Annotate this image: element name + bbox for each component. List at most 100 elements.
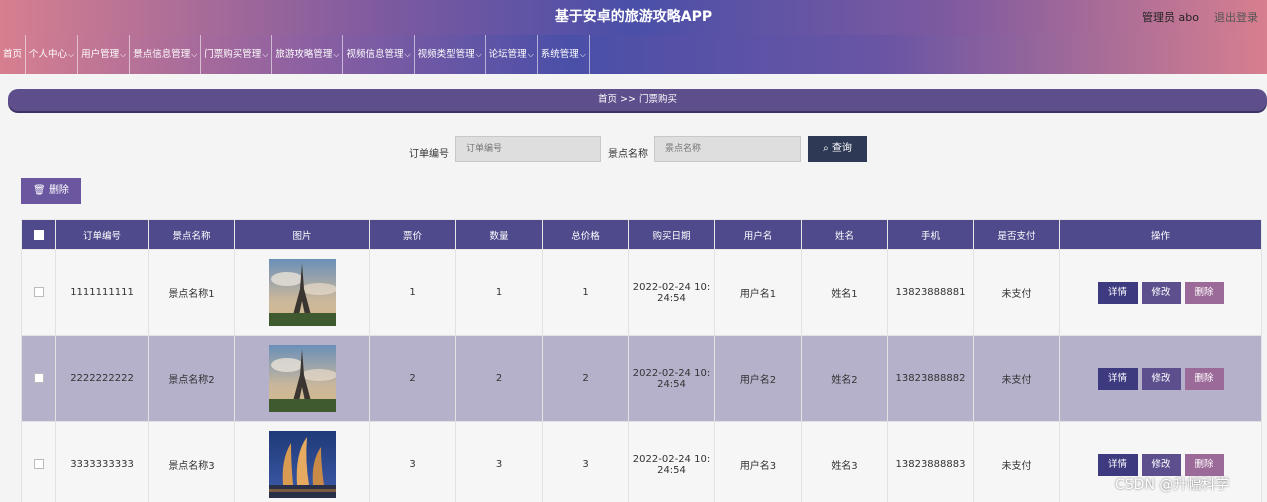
- column-header: 总价格: [542, 219, 629, 250]
- breadcrumb: 首页 >> 门票购买: [8, 89, 1267, 111]
- username-cell: 用户名3: [714, 421, 802, 502]
- image-cell: [234, 249, 370, 336]
- sail-buildings-image: [268, 431, 336, 498]
- edit-button[interactable]: 修改: [1141, 453, 1181, 476]
- trash-icon: 🗑: [33, 185, 46, 196]
- top-nav: 首页 个人中心⌵ 用户管理⌵ 景点信息管理⌵ 门票购买管理⌵ 旅游攻略管理⌵ 视…: [0, 35, 1267, 74]
- column-header: 景点名称: [148, 219, 235, 250]
- username-cell: 用户名1: [714, 249, 802, 336]
- chevron-down-icon: ⌵: [262, 50, 269, 59]
- phone-cell: 13823888883: [887, 421, 974, 502]
- table-row[interactable]: 2222222222 景点名称2 2 2 2 2022-02-24 10: 24…: [21, 335, 1262, 422]
- nav-item-home[interactable]: 首页: [0, 35, 27, 74]
- chevron-down-icon: ⌵: [404, 50, 411, 59]
- checkbox-icon[interactable]: [33, 459, 44, 469]
- order-number-label: 订单编号: [409, 149, 449, 160]
- date-cell: 2022-02-24 10: 24:54: [628, 335, 715, 422]
- spot-name-input[interactable]: [654, 136, 801, 162]
- column-header: 手机: [887, 219, 974, 250]
- image-cell: [234, 335, 370, 422]
- query-button[interactable]: ⌕ 查询: [808, 136, 867, 162]
- chevron-down-icon: ⌵: [191, 50, 198, 59]
- paid-status-cell: 未支付: [973, 421, 1060, 502]
- name-cell: 姓名1: [801, 249, 888, 336]
- row-checkbox[interactable]: [21, 249, 56, 336]
- column-header: 订单编号: [55, 219, 149, 250]
- select-all-checkbox[interactable]: [21, 219, 56, 250]
- nav-item-forum[interactable]: 论坛管理⌵: [486, 35, 538, 74]
- paid-status-cell: 未支付: [973, 249, 1060, 336]
- detail-button[interactable]: 详情: [1097, 281, 1138, 304]
- order-number-input[interactable]: [455, 136, 601, 162]
- spot-name-cell: 景点名称3: [148, 421, 235, 502]
- edit-button[interactable]: 修改: [1141, 281, 1181, 304]
- actions-cell: 详情 修改 删除: [1059, 249, 1262, 336]
- logout-link[interactable]: 退出登录: [1214, 9, 1258, 25]
- paid-status-cell: 未支付: [973, 335, 1060, 422]
- order-number-cell: 3333333333: [55, 421, 149, 502]
- nav-item-user-management[interactable]: 用户管理⌵: [78, 35, 131, 74]
- column-header: 购买日期: [628, 219, 715, 250]
- checkbox-icon[interactable]: [33, 229, 44, 240]
- eiffel-tower-image: [268, 259, 336, 326]
- quantity-cell: 2: [455, 335, 543, 422]
- column-header: 数量: [455, 219, 543, 250]
- spot-name-label: 景点名称: [608, 149, 648, 160]
- checkbox-icon[interactable]: [33, 287, 44, 297]
- quantity-cell: 1: [455, 249, 543, 336]
- checkbox-icon[interactable]: [33, 373, 44, 383]
- date-cell: 2022-02-24 10: 24:54: [628, 249, 715, 336]
- column-header: 用户名: [714, 219, 802, 250]
- edit-button[interactable]: 修改: [1141, 367, 1181, 390]
- order-number-cell: 2222222222: [55, 335, 149, 422]
- nav-item-system[interactable]: 系统管理⌵: [538, 35, 590, 74]
- nav-item-video-type[interactable]: 视频类型管理⌵: [415, 35, 486, 74]
- chevron-down-icon: ⌵: [475, 50, 482, 59]
- name-cell: 姓名2: [801, 335, 888, 422]
- bulk-delete-button[interactable]: 🗑 删除: [21, 178, 81, 204]
- username-cell: 用户名2: [714, 335, 802, 422]
- total-cell: 2: [542, 335, 629, 422]
- spot-name-cell: 景点名称2: [148, 335, 235, 422]
- table-row[interactable]: 1111111111 景点名称1 1 1 1 2022-02-24 10: 24…: [21, 249, 1262, 336]
- image-cell: [234, 421, 370, 502]
- nav-item-ticket-purchase[interactable]: 门票购买管理⌵: [201, 35, 273, 74]
- detail-button[interactable]: 详情: [1097, 367, 1138, 390]
- name-cell: 姓名3: [801, 421, 888, 502]
- delete-button[interactable]: 删除: [1184, 281, 1224, 304]
- column-header: 图片: [234, 219, 370, 250]
- price-cell: 1: [369, 249, 456, 336]
- column-header: 姓名: [801, 219, 888, 250]
- app-header: 基于安卓的旅游攻略APP 管理员 abo 退出登录: [0, 0, 1267, 35]
- total-cell: 3: [542, 421, 629, 502]
- spot-name-cell: 景点名称1: [148, 249, 235, 336]
- chevron-down-icon: ⌵: [527, 50, 534, 59]
- detail-button[interactable]: 详情: [1097, 453, 1138, 476]
- table-row[interactable]: 3333333333 景点名称3 3 3 3 2022-02-24 10: 24…: [21, 421, 1262, 502]
- date-cell: 2022-02-24 10: 24:54: [628, 421, 715, 502]
- price-cell: 2: [369, 335, 456, 422]
- row-checkbox[interactable]: [21, 335, 56, 422]
- ticket-orders-table: 订单编号 景点名称 图片 票价 数量 总价格 购买日期 用户名 姓名 手机 是否…: [21, 219, 1262, 502]
- delete-button[interactable]: 删除: [1184, 367, 1224, 390]
- column-header: 票价: [369, 219, 456, 250]
- quantity-cell: 3: [455, 421, 543, 502]
- column-header: 是否支付: [973, 219, 1060, 250]
- chevron-down-icon: ⌵: [333, 50, 340, 59]
- row-checkbox[interactable]: [21, 421, 56, 502]
- price-cell: 3: [369, 421, 456, 502]
- table-header-row: 订单编号 景点名称 图片 票价 数量 总价格 购买日期 用户名 姓名 手机 是否…: [21, 219, 1262, 250]
- nav-item-spot-info[interactable]: 景点信息管理⌵: [130, 35, 202, 74]
- actions-cell: 详情 修改 删除: [1059, 335, 1262, 422]
- chevron-down-icon: ⌵: [579, 50, 586, 59]
- nav-item-video-info[interactable]: 视频信息管理⌵: [343, 35, 415, 74]
- phone-cell: 13823888881: [887, 249, 974, 336]
- delete-button[interactable]: 删除: [1184, 453, 1224, 476]
- nav-item-personal-center[interactable]: 个人中心⌵: [26, 35, 79, 74]
- chevron-down-icon: ⌵: [120, 50, 127, 59]
- total-cell: 1: [542, 249, 629, 336]
- order-number-cell: 1111111111: [55, 249, 149, 336]
- watermark: CSDN @升幅科学: [1115, 477, 1230, 493]
- eiffel-tower-image: [268, 345, 336, 412]
- nav-item-travel-guide[interactable]: 旅游攻略管理⌵: [272, 35, 344, 74]
